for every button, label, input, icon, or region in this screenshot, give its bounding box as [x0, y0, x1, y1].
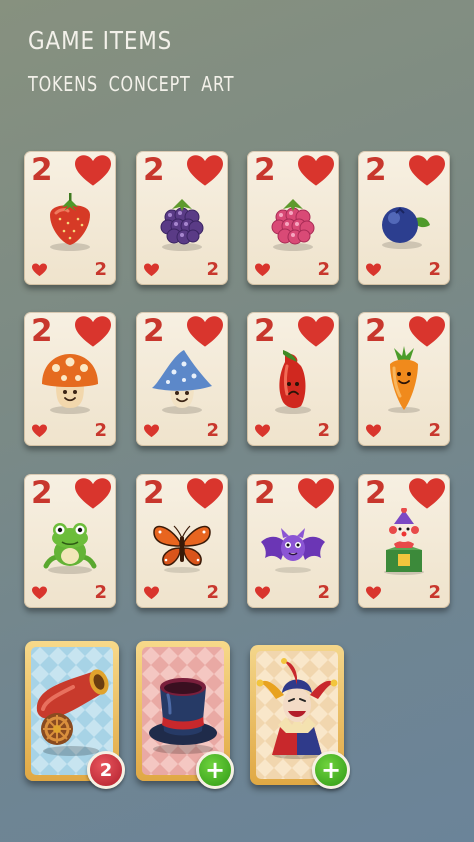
card-rank-corner: 2 — [317, 582, 330, 603]
card-rank: 2 — [31, 313, 53, 349]
heart-icon — [144, 424, 159, 438]
heart-icon — [144, 586, 159, 600]
blueberry-icon — [382, 207, 430, 249]
card-rank-corner: 2 — [206, 259, 219, 280]
card-rank-corner: 2 — [206, 582, 219, 603]
page-title: GAME ITEMS — [28, 26, 173, 55]
card-rank-corner: 2 — [317, 259, 330, 280]
card-rank: 2 — [143, 152, 165, 188]
card-bat[interactable]: 2 2 — [247, 474, 339, 608]
card-rank-corner: 2 — [428, 259, 441, 280]
special-card-magic-hat[interactable]: + — [136, 641, 234, 789]
card-jack-in-the-box[interactable]: 2 2 — [358, 474, 450, 608]
heart-icon — [75, 316, 111, 348]
special-card-cannon[interactable]: 2 — [25, 641, 125, 789]
heart-icon — [75, 478, 111, 510]
card-raspberry[interactable]: 2 2 — [247, 151, 339, 285]
heart-icon — [187, 316, 223, 348]
card-carrot[interactable]: 2 2 — [358, 312, 450, 446]
card-rank-corner: 2 — [317, 420, 330, 441]
card-rank-corner: 2 — [206, 420, 219, 441]
blackberry-icon — [160, 199, 204, 251]
heart-icon — [409, 155, 445, 187]
heart-icon — [32, 424, 47, 438]
card-rank-corner: 2 — [94, 582, 107, 603]
heart-icon — [366, 424, 381, 438]
frog-icon — [43, 523, 97, 574]
card-rank: 2 — [31, 475, 53, 511]
count-badge: 2 — [87, 751, 125, 789]
cannon-icon — [36, 669, 109, 756]
red-pepper-icon — [275, 350, 311, 414]
card-strawberry[interactable]: 2 2 — [24, 151, 116, 285]
add-button[interactable]: + — [196, 751, 234, 789]
heart-icon — [298, 316, 334, 348]
orange-mushroom-icon — [42, 354, 98, 414]
heart-icon — [298, 155, 334, 187]
card-rank: 2 — [254, 152, 276, 188]
card-rank-corner: 2 — [428, 420, 441, 441]
heart-icon — [32, 586, 47, 600]
card-orange-mushroom[interactable]: 2 2 — [24, 312, 116, 446]
strawberry-icon — [50, 193, 90, 251]
card-rank: 2 — [254, 475, 276, 511]
magic-hat-icon — [149, 678, 217, 754]
card-rank: 2 — [365, 475, 387, 511]
heart-icon — [187, 478, 223, 510]
jack-in-the-box-icon — [384, 508, 424, 575]
page-subtitle: TOKENS CONCEPT ART — [28, 72, 235, 96]
heart-icon — [366, 586, 381, 600]
card-rank: 2 — [143, 475, 165, 511]
joker-icon — [256, 658, 338, 759]
heart-icon — [32, 263, 47, 277]
card-rank-corner: 2 — [94, 420, 107, 441]
card-blackberry[interactable]: 2 2 — [136, 151, 228, 285]
heart-icon — [187, 155, 223, 187]
card-blue-mushroom[interactable]: 2 2 — [136, 312, 228, 446]
butterfly-icon — [153, 525, 211, 573]
heart-icon — [255, 263, 270, 277]
card-butterfly[interactable]: 2 2 — [136, 474, 228, 608]
card-rank: 2 — [31, 152, 53, 188]
heart-icon — [298, 478, 334, 510]
card-rank: 2 — [365, 152, 387, 188]
card-rank: 2 — [365, 313, 387, 349]
heart-icon — [409, 478, 445, 510]
bat-icon — [261, 528, 325, 573]
heart-icon — [409, 316, 445, 348]
blue-mushroom-icon — [152, 350, 212, 414]
heart-icon — [75, 155, 111, 187]
add-button[interactable]: + — [312, 751, 350, 789]
card-frog[interactable]: 2 2 — [24, 474, 116, 608]
card-blueberry[interactable]: 2 2 — [358, 151, 450, 285]
card-red-pepper[interactable]: 2 2 — [247, 312, 339, 446]
special-card-joker[interactable]: + — [250, 645, 350, 789]
card-rank: 2 — [143, 313, 165, 349]
card-rank-corner: 2 — [428, 582, 441, 603]
heart-icon — [144, 263, 159, 277]
heart-icon — [255, 586, 270, 600]
heart-icon — [366, 263, 381, 277]
raspberry-icon — [271, 199, 315, 251]
card-rank: 2 — [254, 313, 276, 349]
heart-icon — [255, 424, 270, 438]
carrot-icon — [388, 346, 420, 413]
card-rank-corner: 2 — [94, 259, 107, 280]
